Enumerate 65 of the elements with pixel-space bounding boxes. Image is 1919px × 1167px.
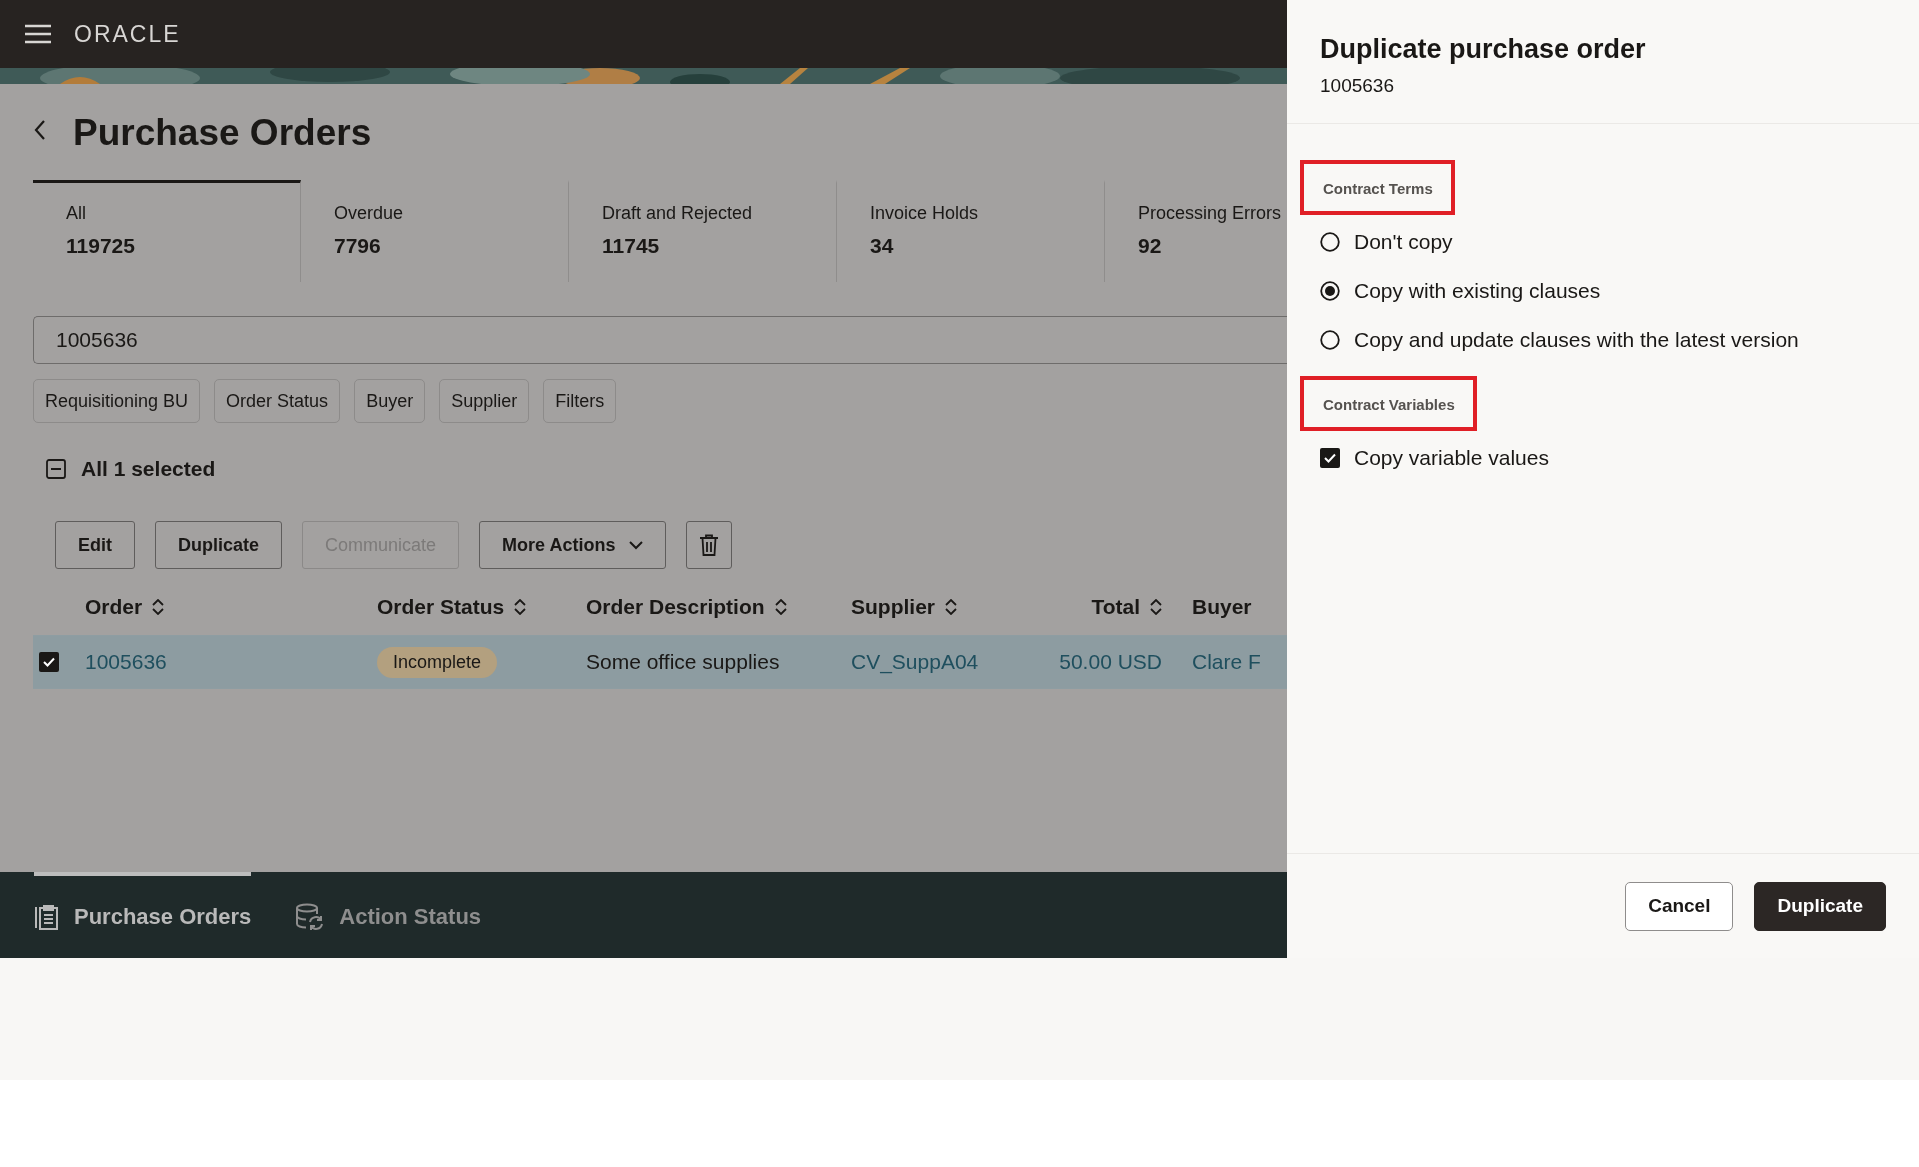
option-label: Don't copy [1354, 229, 1453, 254]
filter-chip[interactable]: Filters [543, 379, 617, 423]
page-title: Purchase Orders [73, 112, 372, 154]
radio-button[interactable] [1320, 329, 1340, 350]
sort-icon[interactable] [774, 599, 787, 615]
cancel-button[interactable]: Cancel [1625, 881, 1734, 931]
menu-icon[interactable] [24, 24, 52, 44]
chevron-down-icon [629, 540, 644, 550]
column-header[interactable]: Order Status [377, 595, 505, 619]
more-actions-button[interactable]: More Actions [479, 521, 667, 569]
status-badge: Incomplete [377, 646, 498, 678]
filter-chip[interactable]: Order Status [214, 379, 341, 423]
option-label: Copy variable values [1354, 445, 1549, 470]
sort-icon[interactable] [1150, 599, 1162, 615]
dialog-subtitle: 1005636 [1320, 75, 1395, 97]
section-heading: Contract Variables [1323, 396, 1455, 413]
action-button[interactable]: Edit [55, 521, 135, 569]
stat-value: 11745 [602, 234, 661, 258]
stat-label: Overdue [334, 203, 405, 224]
search-field[interactable]: 1005636 [33, 316, 1287, 364]
stat-tab[interactable]: Draft and Rejected 11745 [569, 180, 837, 282]
sort-icon[interactable] [514, 599, 527, 615]
partial-checkbox-icon[interactable] [46, 459, 66, 479]
column-header[interactable]: Order [85, 595, 143, 619]
stat-tab[interactable]: Processing Errors 92 [1105, 180, 1287, 282]
sort-icon[interactable] [152, 599, 165, 615]
trash-icon [699, 534, 720, 556]
column-header[interactable]: Order Description [586, 595, 765, 619]
option-label: Copy with existing clauses [1354, 278, 1601, 303]
stat-value: 34 [870, 234, 895, 258]
stat-value: 119725 [66, 234, 136, 258]
oracle-logo: ORACLE [74, 20, 181, 48]
column-header[interactable]: Buyer [1192, 595, 1252, 619]
table-row[interactable]: 1005636 Incomplete Some office supplies CV_SuppA04 50.00 USD Clare F [33, 635, 1287, 689]
duplicate-button[interactable]: Duplicate [1754, 881, 1886, 931]
selection-label: All 1 selected [81, 457, 216, 481]
stat-label: All [66, 203, 87, 224]
stat-value: 7796 [334, 234, 382, 258]
stat-tab[interactable]: All 119725 [33, 180, 301, 282]
stat-tab[interactable]: Invoice Holds 34 [837, 180, 1105, 282]
stat-label: Invoice Holds [870, 203, 980, 224]
stat-value: 92 [1138, 234, 1163, 258]
filter-chip[interactable]: Supplier [439, 379, 530, 423]
column-header[interactable]: Total [1091, 595, 1140, 619]
row-checkbox[interactable] [39, 652, 59, 672]
sort-icon[interactable] [945, 599, 957, 615]
table-cell: Some office supplies [586, 650, 780, 674]
back-icon[interactable] [33, 119, 47, 141]
radio-button[interactable] [1320, 231, 1340, 252]
filter-chip[interactable]: Buyer [354, 379, 426, 423]
dialog-title: Duplicate purchase order [1320, 34, 1647, 65]
stat-label: Processing Errors [1138, 203, 1283, 224]
clipboard-icon [34, 904, 60, 930]
filter-chip[interactable]: Requisitioning BU [33, 379, 201, 423]
nav-tab[interactable]: Action Status [295, 872, 482, 958]
stat-label: Draft and Rejected [602, 203, 754, 224]
stat-tab[interactable]: Overdue 7796 [301, 180, 569, 282]
option-label: Copy and update clauses with the latest version [1354, 327, 1799, 352]
delete-button[interactable] [686, 521, 733, 569]
checkbox[interactable] [1320, 447, 1340, 468]
database-sync-icon [295, 903, 326, 931]
radio-button[interactable] [1320, 280, 1340, 301]
column-header[interactable]: Supplier [851, 595, 935, 619]
section-heading: Contract Terms [1323, 180, 1433, 197]
action-button[interactable]: Duplicate [155, 521, 283, 569]
